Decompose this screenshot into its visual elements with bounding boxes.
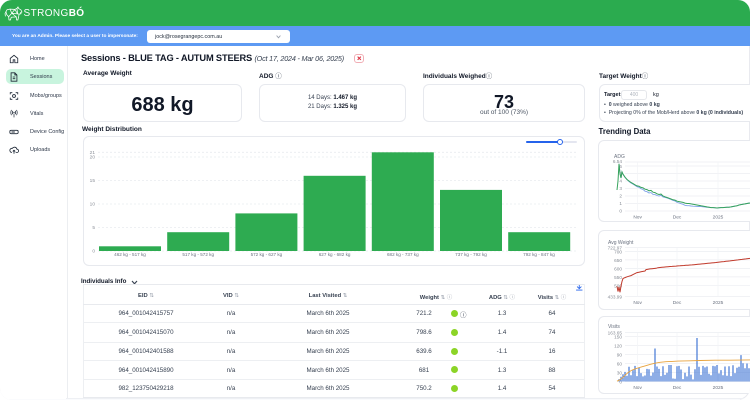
svg-text:462 kg - 517 kg: 462 kg - 517 kg — [114, 252, 146, 257]
svg-text:700: 700 — [614, 249, 622, 254]
svg-text:627 kg - 682 kg: 627 kg - 682 kg — [319, 252, 351, 257]
svg-text:1: 1 — [619, 201, 622, 206]
svg-text:10: 10 — [90, 202, 96, 208]
svg-text:650: 650 — [614, 258, 622, 263]
svg-text:0: 0 — [619, 209, 622, 214]
svg-text:737 kg - 792 kg: 737 kg - 792 kg — [455, 252, 487, 257]
svg-text:572 kg - 627 kg: 572 kg - 627 kg — [251, 252, 283, 257]
svg-text:5: 5 — [92, 225, 95, 231]
svg-text:2025: 2025 — [713, 385, 724, 391]
svg-text:Nov: Nov — [633, 300, 642, 306]
svg-text:4: 4 — [619, 179, 622, 184]
svg-text:Nov: Nov — [633, 215, 642, 221]
svg-text:3: 3 — [619, 186, 622, 191]
svg-text:120: 120 — [614, 344, 622, 349]
svg-text:Dec: Dec — [673, 215, 682, 221]
svg-text:2025: 2025 — [713, 300, 724, 306]
svg-text:2: 2 — [619, 194, 622, 199]
svg-text:150: 150 — [614, 335, 622, 340]
svg-text:60: 60 — [617, 362, 623, 367]
svg-text:90: 90 — [617, 353, 623, 358]
svg-text:15: 15 — [90, 178, 96, 184]
svg-text:550: 550 — [614, 275, 622, 280]
svg-text:Dec: Dec — [673, 385, 682, 391]
svg-text:Dec: Dec — [673, 300, 682, 306]
svg-text:Visits: Visits — [608, 324, 620, 330]
svg-text:433.99: 433.99 — [608, 295, 623, 300]
svg-text:792 kg - 847 kg: 792 kg - 847 kg — [523, 252, 555, 257]
svg-text:30: 30 — [617, 371, 623, 376]
svg-text:682 kg - 737 kg: 682 kg - 737 kg — [387, 252, 419, 257]
svg-text:Nov: Nov — [633, 385, 642, 391]
svg-text:20: 20 — [90, 155, 96, 161]
svg-text:0: 0 — [92, 249, 95, 255]
svg-text:517 kg - 572 kg: 517 kg - 572 kg — [182, 252, 214, 257]
svg-text:2025: 2025 — [713, 215, 724, 221]
svg-text:600: 600 — [614, 266, 622, 271]
